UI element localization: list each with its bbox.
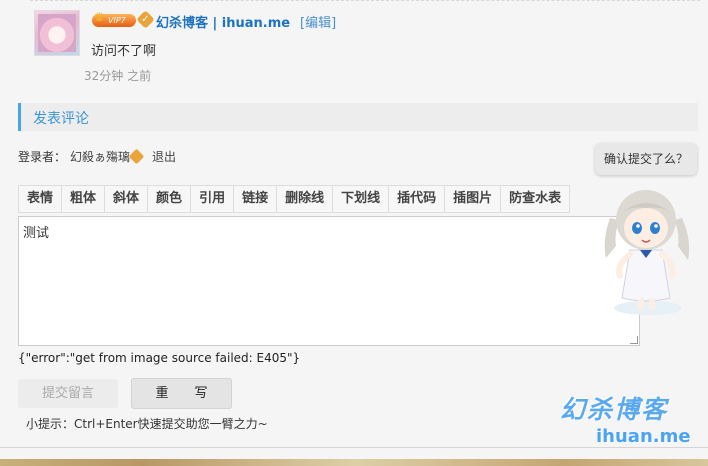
- toolbar-emoji-button[interactable]: 表情: [19, 186, 63, 212]
- logout-link[interactable]: 退出: [152, 150, 176, 164]
- editor-toolbar: 表情 粗体 斜体 颜色 引用 链接 删除线 下划线 插代码 插图片 防查水表: [18, 185, 571, 213]
- comment-item: ♛ VIP7 ✓ 幻杀博客 | ihuan.me [编辑] 访问不了啊 32分钟 …: [34, 10, 694, 90]
- toolbar-spam-guard-button[interactable]: 防查水表: [501, 186, 569, 212]
- comment-textarea[interactable]: 测试: [18, 216, 640, 346]
- toolbar-image-button[interactable]: 插图片: [445, 186, 502, 212]
- bottom-divider: [0, 447, 708, 448]
- toolbar-bold-button[interactable]: 粗体: [62, 186, 106, 212]
- comment-text: 访问不了啊: [91, 44, 157, 59]
- error-message: {"error":"get from image source failed: …: [18, 351, 301, 365]
- vip-badge: ♛ VIP7: [92, 10, 136, 27]
- comment-time: 32分钟 之前: [84, 69, 152, 83]
- verified-icon: ✓: [136, 10, 155, 29]
- submit-button[interactable]: 提交留言: [18, 379, 118, 408]
- comment-edit-link[interactable]: [编辑]: [300, 12, 336, 31]
- login-label: 登录者：: [18, 150, 67, 164]
- resize-grip-icon[interactable]: [630, 336, 638, 344]
- footer-image-strip: [0, 459, 708, 466]
- confirm-bubble: 确认提交了么？: [595, 143, 697, 175]
- top-divider: [30, 0, 700, 1]
- verified-icon: [128, 148, 145, 165]
- login-info: 登录者： 幻殺ぁ殤璃 退出: [18, 148, 176, 165]
- toolbar-underline-button[interactable]: 下划线: [333, 186, 390, 212]
- tip-text: 小提示：Ctrl+Enter快速提交助您一臂之力~: [26, 417, 268, 431]
- toolbar-code-button[interactable]: 插代码: [389, 186, 446, 212]
- toolbar-quote-button[interactable]: 引用: [191, 186, 235, 212]
- toolbar-link-button[interactable]: 链接: [234, 186, 278, 212]
- crown-icon: ♛: [94, 10, 105, 24]
- toolbar-strikethrough-button[interactable]: 删除线: [277, 186, 334, 212]
- toolbar-italic-button[interactable]: 斜体: [105, 186, 149, 212]
- login-username[interactable]: 幻殺ぁ殤璃: [70, 150, 130, 164]
- site-watermark: 幻杀博客 ihuan.me: [560, 390, 700, 450]
- comment-avatar[interactable]: [34, 10, 80, 56]
- reset-button[interactable]: 重 写: [131, 378, 232, 409]
- reply-section-header: 发表评论: [18, 103, 698, 131]
- toolbar-color-button[interactable]: 颜色: [148, 186, 192, 212]
- mascot-character-icon[interactable]: [596, 180, 696, 320]
- watermark-en: ihuan.me: [596, 426, 691, 447]
- comment-author-link[interactable]: 幻杀博客 | ihuan.me: [156, 12, 290, 31]
- reply-section-title: 发表评论: [33, 111, 89, 127]
- watermark-cn: 幻杀博客: [560, 395, 669, 424]
